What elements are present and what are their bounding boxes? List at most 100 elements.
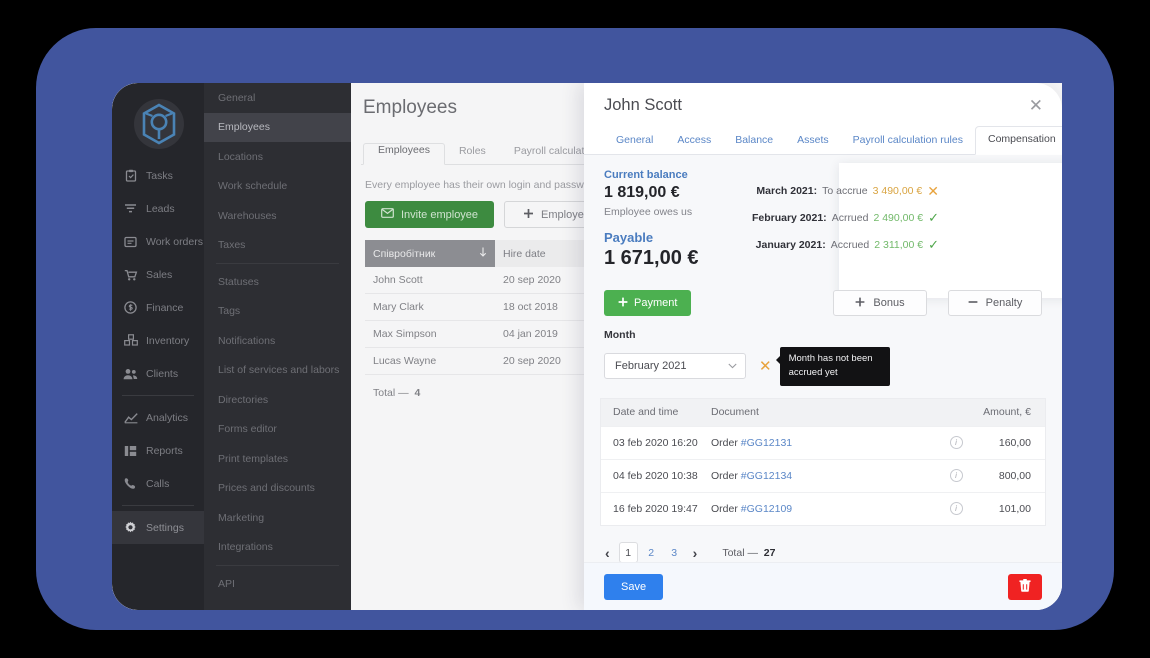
subnav-item-label: Work schedule xyxy=(218,180,288,193)
sidebar-item-sales[interactable]: Sales xyxy=(112,258,204,291)
document-prefix: Order xyxy=(711,469,738,482)
info-icon[interactable]: i xyxy=(949,436,963,449)
sidebar-item-tasks[interactable]: Tasks xyxy=(112,159,204,192)
document-link[interactable]: #GG12109 xyxy=(741,503,792,515)
subnav-item-warehouses[interactable]: Warehouses xyxy=(204,201,351,231)
subnav-item-notifications[interactable]: Notifications xyxy=(204,326,351,356)
sidebar-item-finance[interactable]: Finance xyxy=(112,291,204,324)
add-penalty-button[interactable]: Penalty xyxy=(948,290,1042,316)
subnav-item-label: General xyxy=(218,91,256,104)
tab-roles[interactable]: Roles xyxy=(445,145,500,164)
add-bonus-label: Bonus xyxy=(873,297,905,309)
subnav-item-general[interactable]: General xyxy=(204,83,351,113)
subnav-item-taxes[interactable]: Taxes xyxy=(204,231,351,261)
add-bonus-button[interactable]: Bonus xyxy=(833,290,927,316)
plus-icon xyxy=(523,208,534,222)
sidebar-item-inventory[interactable]: Inventory xyxy=(112,324,204,357)
close-icon[interactable]: ✕ xyxy=(1026,95,1046,116)
cell-info: i xyxy=(939,469,973,482)
total-value: 4 xyxy=(414,387,421,399)
sidebar-item-label: Analytics xyxy=(146,411,189,424)
accrual-state: Acrrued xyxy=(831,211,869,224)
app-shell: Tasks Leads Work orders Sales Finance In… xyxy=(112,83,1062,610)
table-row[interactable]: 03 feb 2020 16:20 Order #GG12131 i 160,0… xyxy=(601,425,1045,459)
table-row[interactable]: 04 feb 2020 10:38 Order #GG12134 i 800,0… xyxy=(601,458,1045,492)
page-3-button[interactable]: 3 xyxy=(665,542,684,563)
sidebar-item-settings[interactable]: Settings xyxy=(112,511,204,544)
sidebar-item-leads[interactable]: Leads xyxy=(112,192,204,225)
subnav-item-work-schedule[interactable]: Work schedule xyxy=(204,172,351,202)
sidebar-item-work-orders[interactable]: Work orders xyxy=(112,225,204,258)
add-payment-button[interactable]: Payment xyxy=(604,290,692,316)
tab-compensation[interactable]: Compensation xyxy=(974,126,1062,155)
cell-datetime: 03 feb 2020 16:20 xyxy=(613,436,698,449)
sidebar-item-calls[interactable]: Calls xyxy=(112,467,204,500)
total-value: 27 xyxy=(763,546,776,559)
column-header-employee[interactable]: Співробітник xyxy=(365,240,495,267)
sidebar-item-clients[interactable]: Clients xyxy=(112,357,204,390)
info-icon[interactable]: i xyxy=(949,469,963,482)
page-1-button[interactable]: 1 xyxy=(618,542,638,563)
invite-employee-button[interactable]: Invite employee xyxy=(365,201,495,228)
subnav-item-label: Forms editor xyxy=(218,423,277,436)
tab-balance[interactable]: Balance xyxy=(723,134,785,154)
cell-datetime: 16 feb 2020 19:47 xyxy=(613,502,698,515)
document-link[interactable]: #GG12131 xyxy=(741,437,792,449)
table-row[interactable]: 16 feb 2020 19:47 Order #GG12109 i 101,0… xyxy=(601,491,1045,525)
subnav-item-label: Warehouses xyxy=(218,209,277,222)
month-row: February 2021 ✕ Month has not been accru… xyxy=(604,347,1042,386)
chevron-left-icon[interactable]: ‹ xyxy=(600,545,615,561)
document-link[interactable]: #GG12134 xyxy=(741,470,792,482)
subnav-item-marketing[interactable]: Marketing xyxy=(204,503,351,533)
month-select[interactable]: February 2021 xyxy=(604,353,746,380)
subnav-item-print-templates[interactable]: Print templates xyxy=(204,444,351,474)
sidebar-item-analytics[interactable]: Analytics xyxy=(112,401,204,434)
save-button[interactable]: Save xyxy=(604,573,664,600)
subnav-item-label: API xyxy=(218,577,235,590)
subnav-item-directories[interactable]: Directories xyxy=(204,385,351,415)
tab-label: Payroll calculation rules xyxy=(852,134,963,146)
delete-button[interactable] xyxy=(1008,573,1042,600)
boxes-icon xyxy=(122,334,139,348)
sidebar-item-reports[interactable]: Reports xyxy=(112,434,204,467)
people-icon xyxy=(122,367,139,381)
column-header-datetime[interactable]: Date and time xyxy=(601,399,701,426)
cell-employee-name: John Scott xyxy=(373,274,423,286)
subnav-item-api[interactable]: API xyxy=(204,569,351,599)
sidebar-item-label: Finance xyxy=(146,301,184,314)
cross-icon[interactable]: ✕ xyxy=(927,184,939,198)
subnav-item-tags[interactable]: Tags xyxy=(204,297,351,327)
tab-payroll-calculation-rules[interactable]: Payroll calculation rules xyxy=(841,134,975,154)
accrual-status-panel: March 2021: To accrue 3 490,00 € ✕ Febru… xyxy=(752,163,1062,298)
subnav-item-integrations[interactable]: Integrations xyxy=(204,533,351,563)
page-2-button[interactable]: 2 xyxy=(642,542,661,563)
cart-icon xyxy=(122,268,139,282)
subnav-item-forms-editor[interactable]: Forms editor xyxy=(204,415,351,445)
tab-access[interactable]: Access xyxy=(665,134,723,154)
cross-icon[interactable]: ✕ xyxy=(759,359,772,374)
subnav-item-label: Print templates xyxy=(218,452,289,465)
subnav-item-prices-discounts[interactable]: Prices and discounts xyxy=(204,474,351,504)
cell-info: i xyxy=(939,436,973,449)
column-header-amount[interactable]: Amount, € xyxy=(973,399,1045,426)
info-icon[interactable]: i xyxy=(949,502,963,515)
tab-assets[interactable]: Assets xyxy=(785,134,841,154)
cell-document: Order #GG12131 xyxy=(701,437,939,449)
tab-general[interactable]: General xyxy=(604,134,665,154)
subnav-item-statuses[interactable]: Statuses xyxy=(204,267,351,297)
column-header-document[interactable]: Document xyxy=(701,399,939,426)
accrual-amount: 2 490,00 € xyxy=(873,211,924,224)
cell-info: i xyxy=(939,502,973,515)
total-label: Total — xyxy=(373,387,409,399)
chevron-right-icon[interactable]: › xyxy=(688,545,703,561)
sidebar-item-label: Sales xyxy=(146,268,173,281)
chart-icon xyxy=(122,411,139,425)
subnav-item-locations[interactable]: Locations xyxy=(204,142,351,172)
subnav-item-employees[interactable]: Employees xyxy=(204,112,351,142)
tab-employees[interactable]: Employees xyxy=(363,143,445,165)
subnav-item-label: Tags xyxy=(218,305,241,318)
cell-employee-name: Mary Clark xyxy=(373,301,424,313)
month-tooltip: Month has not been accrued yet xyxy=(775,347,890,386)
primary-nav-list: Tasks Leads Work orders Sales Finance In… xyxy=(112,159,204,544)
subnav-item-services-labors[interactable]: List of services and labors xyxy=(204,356,351,386)
